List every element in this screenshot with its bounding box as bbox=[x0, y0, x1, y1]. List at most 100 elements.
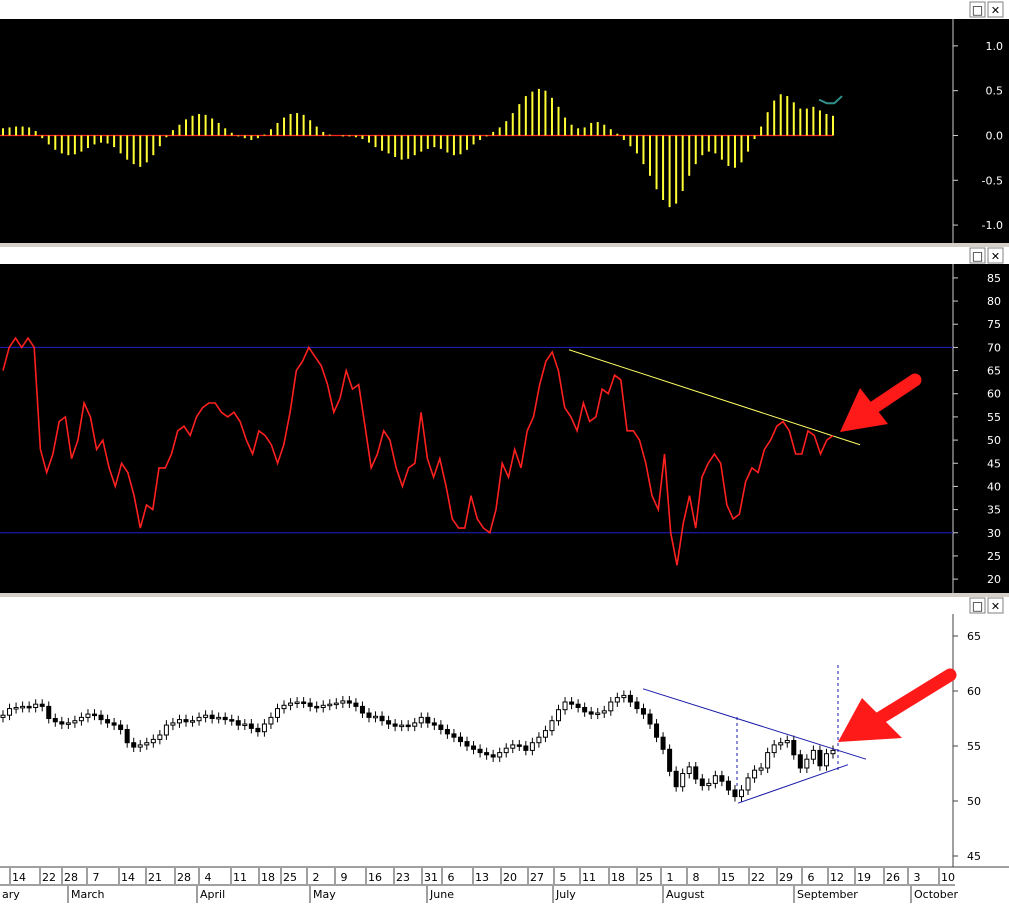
y-tick-label: 0.5 bbox=[986, 85, 1004, 98]
candle-body bbox=[556, 709, 562, 722]
candle-body bbox=[91, 713, 97, 717]
candle-body bbox=[490, 754, 496, 758]
rsi-title-bar bbox=[0, 247, 1009, 264]
month-label: July bbox=[555, 888, 576, 901]
candle-body bbox=[157, 734, 163, 740]
candle-body bbox=[183, 719, 189, 723]
candle-body bbox=[471, 745, 477, 750]
panel-divider[interactable] bbox=[0, 243, 1009, 247]
candle-body bbox=[817, 749, 823, 767]
candle-body bbox=[575, 703, 581, 709]
price-title-bar bbox=[0, 597, 1009, 614]
candle-body bbox=[392, 723, 398, 727]
y-tick-label: 50 bbox=[967, 795, 981, 808]
x-tick-label: 20 bbox=[503, 871, 517, 884]
candle-body bbox=[823, 753, 829, 767]
month-label: April bbox=[200, 888, 225, 901]
candle-body bbox=[281, 704, 287, 710]
candle-body bbox=[680, 773, 686, 788]
y-tick-label: -0.5 bbox=[982, 174, 1003, 187]
month-label: May bbox=[313, 888, 336, 901]
y-tick-label: 65 bbox=[987, 365, 1001, 378]
candle-body bbox=[346, 700, 352, 704]
candle-body bbox=[444, 729, 450, 735]
month-label: March bbox=[71, 888, 105, 901]
x-tick-label: 10 bbox=[941, 871, 955, 884]
candle-body bbox=[621, 694, 627, 699]
candle-body bbox=[745, 777, 751, 791]
candle-body bbox=[673, 770, 679, 788]
candle-body bbox=[425, 716, 431, 724]
oscillator-panel: □ ✕ 1.0 0.5 0.0 -0.5 -1.0 bbox=[0, 0, 1009, 243]
x-tick-label: 7 bbox=[93, 871, 100, 884]
candle-body bbox=[588, 711, 594, 715]
x-tick-label: 8 bbox=[693, 871, 700, 884]
candle-body bbox=[98, 714, 104, 721]
candle-body bbox=[654, 723, 660, 738]
y-tick-label: 75 bbox=[987, 318, 1001, 331]
x-tick-label: 28 bbox=[64, 871, 78, 884]
candle-body bbox=[52, 718, 58, 723]
x-tick-label: 22 bbox=[42, 871, 56, 884]
candle-body bbox=[13, 707, 19, 710]
candle-body bbox=[693, 766, 699, 780]
candle-body bbox=[595, 712, 601, 715]
candle-body bbox=[601, 710, 607, 714]
candle-body bbox=[340, 700, 346, 704]
x-tick-label: 26 bbox=[886, 871, 900, 884]
month-label: September bbox=[797, 888, 858, 901]
candle-body bbox=[196, 716, 202, 722]
candle-body bbox=[719, 775, 725, 782]
candle-body bbox=[170, 722, 176, 726]
candle-body bbox=[830, 749, 836, 755]
y-tick-label: 70 bbox=[987, 341, 1001, 354]
candle-body bbox=[510, 744, 516, 749]
candle-body bbox=[131, 742, 137, 748]
candle-body bbox=[778, 742, 784, 746]
candle-body bbox=[301, 701, 307, 704]
candle-body bbox=[307, 702, 313, 707]
y-tick-label: 1.0 bbox=[986, 40, 1004, 53]
candle-body bbox=[634, 701, 640, 710]
panel-divider[interactable] bbox=[0, 593, 1009, 597]
candle-body bbox=[503, 747, 509, 754]
oscillator-plot-area bbox=[0, 19, 953, 243]
candle-body bbox=[582, 707, 588, 713]
month-label: August bbox=[666, 888, 705, 901]
candle-body bbox=[810, 749, 816, 760]
y-tick-label: 30 bbox=[987, 527, 1001, 540]
candle-body bbox=[477, 748, 483, 754]
x-tick-label: 11 bbox=[582, 871, 596, 884]
candle-body bbox=[758, 767, 764, 771]
x-tick-label: 27 bbox=[530, 871, 544, 884]
y-tick-label: 25 bbox=[987, 550, 1001, 563]
y-tick-label: 40 bbox=[987, 480, 1001, 493]
candle-body bbox=[288, 702, 294, 706]
candle-body bbox=[379, 715, 385, 722]
candle-body bbox=[294, 701, 300, 704]
price-panel: □ ✕ 65 60 55 50 45 bbox=[0, 597, 1009, 868]
candle-body bbox=[320, 704, 326, 708]
candle-body bbox=[26, 705, 32, 709]
candle-body bbox=[640, 708, 646, 715]
candle-body bbox=[78, 716, 84, 722]
y-tick-label: 55 bbox=[987, 411, 1001, 424]
candle-body bbox=[274, 708, 280, 718]
y-tick-label: 85 bbox=[987, 272, 1001, 285]
candle-body bbox=[137, 744, 143, 748]
candle-body bbox=[150, 738, 156, 744]
x-tick-label: 19 bbox=[857, 871, 871, 884]
x-tick-label: 11 bbox=[233, 871, 247, 884]
candle-body bbox=[373, 715, 379, 719]
candle-body bbox=[59, 721, 65, 725]
y-tick-label: 45 bbox=[987, 457, 1001, 470]
chart-canvas: □ ✕ 1.00.50.0-0.5-1.0 □ ✕ 85807570656055… bbox=[0, 0, 1009, 903]
candle-body bbox=[549, 720, 555, 732]
candle-body bbox=[39, 703, 45, 707]
x-tick-label: 18 bbox=[261, 871, 275, 884]
x-tick-label: 9 bbox=[341, 871, 348, 884]
candle-body bbox=[118, 724, 124, 730]
x-tick-label: 21 bbox=[148, 871, 162, 884]
candle-body bbox=[660, 736, 666, 750]
candle-body bbox=[412, 722, 418, 727]
